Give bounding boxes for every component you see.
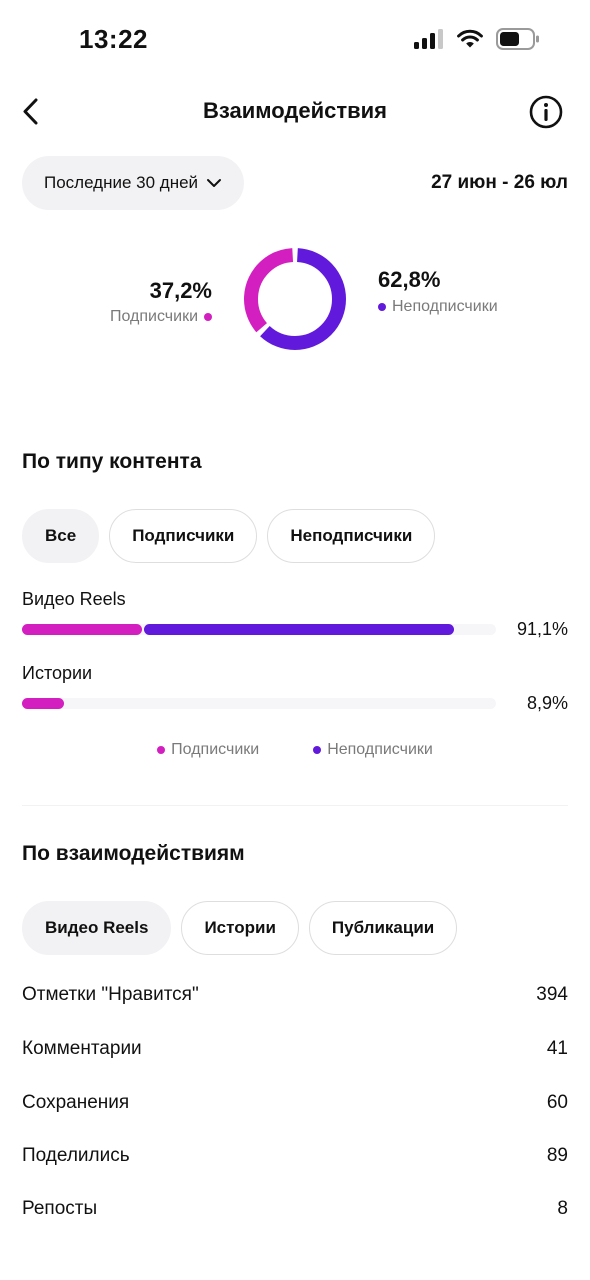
stories-bar-label: Истории xyxy=(22,663,93,683)
metric-value: 8 xyxy=(557,1198,568,1219)
content-type-tabs: Все Подписчики Неподписчики xyxy=(22,509,436,563)
tab-posts[interactable]: Публикации xyxy=(308,901,458,955)
info-button[interactable] xyxy=(528,94,564,130)
followers-label: Подписчики xyxy=(109,308,198,325)
page-title: Взаимодействия xyxy=(202,98,388,123)
metric-value: 89 xyxy=(546,1145,568,1166)
info-icon xyxy=(529,95,563,129)
stories-bar xyxy=(22,698,496,709)
followers-percent: 37,2% xyxy=(149,278,212,303)
non-followers-summary: 62,8% Неподписчики xyxy=(378,267,508,316)
date-range: 27 июн - 26 юл xyxy=(431,172,568,193)
section-divider xyxy=(22,805,568,806)
reels-bar xyxy=(22,624,496,635)
cellular-signal-icon xyxy=(414,29,443,49)
legend-non-followers-dot xyxy=(313,746,322,754)
tab-non-followers[interactable]: Неподписчики xyxy=(267,509,436,563)
legend-followers-dot xyxy=(157,746,166,754)
reels-bar-value: 91,1% xyxy=(516,619,568,639)
battery-icon xyxy=(496,28,539,50)
reels-bar-non-followers xyxy=(143,624,454,635)
metric-row-reposts: Репосты 8 xyxy=(22,1198,568,1220)
status-bar: 13:22 xyxy=(0,0,590,80)
tab-all[interactable]: Все xyxy=(22,509,100,563)
non-followers-label: Неподписчики xyxy=(392,298,498,315)
wifi-icon xyxy=(457,29,483,48)
navigation-header: Взаимодействия xyxy=(0,84,590,140)
legend-non-followers: Неподписчики xyxy=(313,741,433,759)
tab-stories[interactable]: Истории xyxy=(181,901,299,955)
tab-followers[interactable]: Подписчики xyxy=(109,509,258,563)
metric-row-comments: Комментарии 41 xyxy=(22,1038,568,1060)
stories-bar-value: 8,9% xyxy=(526,693,568,713)
content-type-title: По типу контента xyxy=(22,450,202,473)
status-icons xyxy=(414,28,540,50)
metric-label: Сохранения xyxy=(22,1092,130,1113)
metric-row-saves: Сохранения 60 xyxy=(22,1092,568,1114)
period-dropdown[interactable]: Последние 30 дней xyxy=(22,156,245,210)
metric-row-likes: Отметки "Нравится" 394 xyxy=(22,984,568,1006)
chevron-down-icon xyxy=(207,179,222,187)
content-type-legend: Подписчики Неподписчики xyxy=(0,741,590,759)
metric-value: 60 xyxy=(546,1092,568,1113)
reels-bar-followers xyxy=(22,624,142,635)
stories-bar-followers xyxy=(22,698,65,709)
tab-reels[interactable]: Видео Reels xyxy=(22,901,172,955)
legend-followers: Подписчики xyxy=(157,741,259,759)
metric-value: 41 xyxy=(546,1038,568,1059)
audience-donut-chart xyxy=(242,246,348,352)
metric-row-shares: Поделились 89 xyxy=(22,1145,568,1167)
legend-non-followers-label: Неподписчики xyxy=(327,741,433,758)
non-followers-dot xyxy=(378,303,386,311)
non-followers-percent: 62,8% xyxy=(378,267,441,292)
reels-bar-label: Видео Reels xyxy=(22,589,126,609)
followers-summary: 37,2% Подписчики xyxy=(110,278,212,326)
interactions-title: По взаимодействиям xyxy=(22,842,245,865)
metric-label: Отметки "Нравится" xyxy=(22,984,199,1005)
period-label: Последние 30 дней xyxy=(44,173,199,192)
metric-label: Репосты xyxy=(22,1198,98,1219)
metric-label: Поделились xyxy=(22,1145,130,1166)
followers-dot xyxy=(204,313,212,321)
status-time: 13:22 xyxy=(79,24,148,54)
legend-followers-label: Подписчики xyxy=(171,741,260,758)
metric-label: Комментарии xyxy=(22,1038,142,1059)
metric-value: 394 xyxy=(536,984,568,1005)
interactions-tabs: Видео Reels Истории Публикации xyxy=(22,901,458,955)
